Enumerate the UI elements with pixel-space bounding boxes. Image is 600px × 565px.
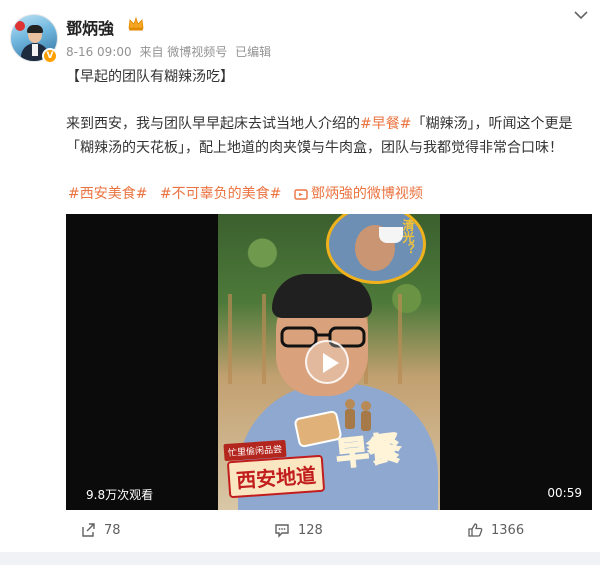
avatar-logo bbox=[15, 21, 25, 31]
post-body-text-1: 来到西安，我与团队早早起床去试当地人介绍的 bbox=[66, 116, 360, 132]
hashtag-xian-food[interactable]: #西安美食# bbox=[68, 186, 147, 202]
feed-separator bbox=[0, 552, 600, 565]
thumbs-up-icon bbox=[468, 523, 483, 537]
crown-icon bbox=[128, 16, 144, 31]
comment-icon bbox=[275, 524, 289, 538]
post-meta: 8-16 09:00 来自 微博视频号 已编辑 bbox=[66, 43, 275, 60]
video-link-label: 鄧炳強的微博视频 bbox=[310, 186, 423, 202]
share-button[interactable]: 78 bbox=[80, 522, 121, 538]
verified-badge-icon: V bbox=[42, 48, 58, 64]
post-source: 来自 微博视频号 bbox=[139, 45, 228, 59]
comment-button[interactable]: 128 bbox=[274, 522, 323, 538]
hashtag-food[interactable]: #不可辜负的美食# bbox=[160, 186, 281, 202]
author-name[interactable]: 鄧炳強 bbox=[66, 15, 114, 39]
post-actions: 78 128 1366 bbox=[0, 516, 600, 544]
play-icon[interactable] bbox=[305, 340, 349, 384]
post-body: 来到西安，我与团队早早起床去试当地人介绍的#早餐#「糊辣汤」，听闻这个更是「糊辣… bbox=[66, 112, 591, 160]
avatar-shirt bbox=[32, 44, 38, 56]
video-views: 9.8万次观看 bbox=[86, 488, 154, 502]
post-date[interactable]: 8-16 09:00 bbox=[66, 45, 132, 59]
video-duration: 00:59 bbox=[547, 486, 582, 500]
like-button[interactable]: 1366 bbox=[467, 522, 524, 538]
video-overlay-title: 西安地道 bbox=[226, 454, 326, 499]
video-overlay-breakfast: 早餐 bbox=[333, 428, 403, 474]
video-player[interactable]: 清光？ 忙里偷闲品尝 西安地道 早餐 9.8万次观看 00:59 bbox=[66, 214, 592, 510]
chevron-down-icon[interactable] bbox=[574, 10, 588, 20]
weibo-post-card: V 鄧炳強 8-16 09:00 来自 微博视频号 已编辑 【早起的团队有糊辣汤… bbox=[0, 0, 600, 552]
share-icon bbox=[82, 523, 95, 537]
share-count: 78 bbox=[104, 522, 121, 538]
avatar-hair bbox=[27, 25, 43, 33]
like-count: 1366 bbox=[491, 522, 525, 538]
video-link-icon bbox=[294, 189, 308, 200]
bubble-text: 清光？ bbox=[401, 219, 415, 255]
post-title: 【早起的团队有糊辣汤吃】 bbox=[66, 69, 234, 85]
post-edited[interactable]: 已编辑 bbox=[235, 45, 271, 59]
video-link[interactable]: 鄧炳強的微博视频 bbox=[294, 186, 431, 202]
hashtag-breakfast[interactable]: #早餐# bbox=[360, 116, 411, 132]
comment-count: 128 bbox=[298, 522, 323, 538]
post-tags: #西安美食# #不可辜负的美食# 鄧炳強的微博视频 bbox=[68, 183, 439, 203]
